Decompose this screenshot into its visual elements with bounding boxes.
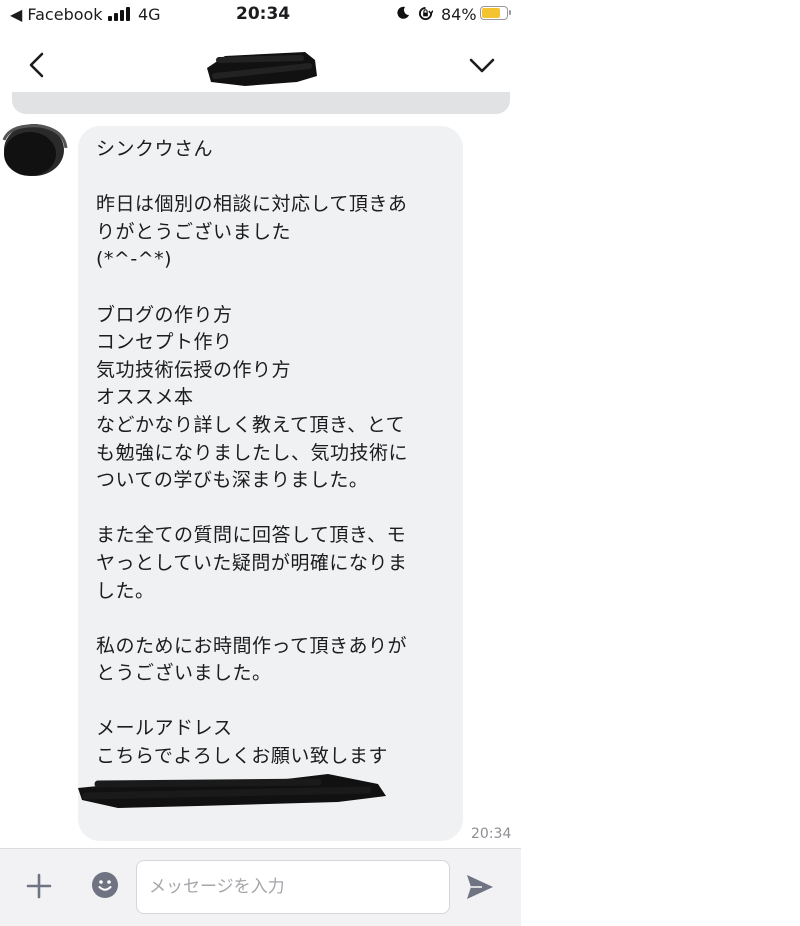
network-type: 4G: [138, 5, 161, 24]
input-bar: [0, 848, 521, 926]
chat-screen: ◀ Facebook 4G 20:34 84% シンクウさん 昨日は個別の相談に…: [0, 0, 521, 926]
chevron-left-icon[interactable]: [22, 48, 52, 82]
back-to-app-link[interactable]: ◀ Facebook: [10, 5, 103, 24]
battery-icon: [480, 6, 511, 20]
previous-message-bubble: [12, 92, 510, 114]
battery-fill: [482, 8, 501, 18]
smiley-icon[interactable]: [91, 871, 119, 899]
status-bar: ◀ Facebook 4G 20:34 84%: [0, 0, 521, 28]
chevron-down-icon[interactable]: [465, 50, 499, 80]
send-icon[interactable]: [464, 872, 496, 902]
message-text: シンクウさん 昨日は個別の相談に対応して頂きあ りがとうございました (*^-^…: [96, 138, 409, 768]
signal-icon: [108, 7, 132, 21]
clock: 20:34: [236, 4, 291, 24]
redacted-email-address: [78, 774, 386, 808]
rotation-lock-icon: [418, 6, 433, 21]
chat-header: [0, 28, 521, 102]
redacted-contact-name: [207, 52, 317, 86]
message-timestamp: 20:34: [471, 826, 512, 842]
message-bubble[interactable]: シンクウさん 昨日は個別の相談に対応して頂きあ りがとうございました (*^-^…: [78, 126, 463, 841]
moon-icon: [397, 6, 409, 19]
plus-icon[interactable]: [24, 871, 54, 901]
message-input[interactable]: [136, 860, 450, 914]
battery-percent: 84%: [441, 5, 477, 24]
avatar[interactable]: [0, 120, 70, 182]
